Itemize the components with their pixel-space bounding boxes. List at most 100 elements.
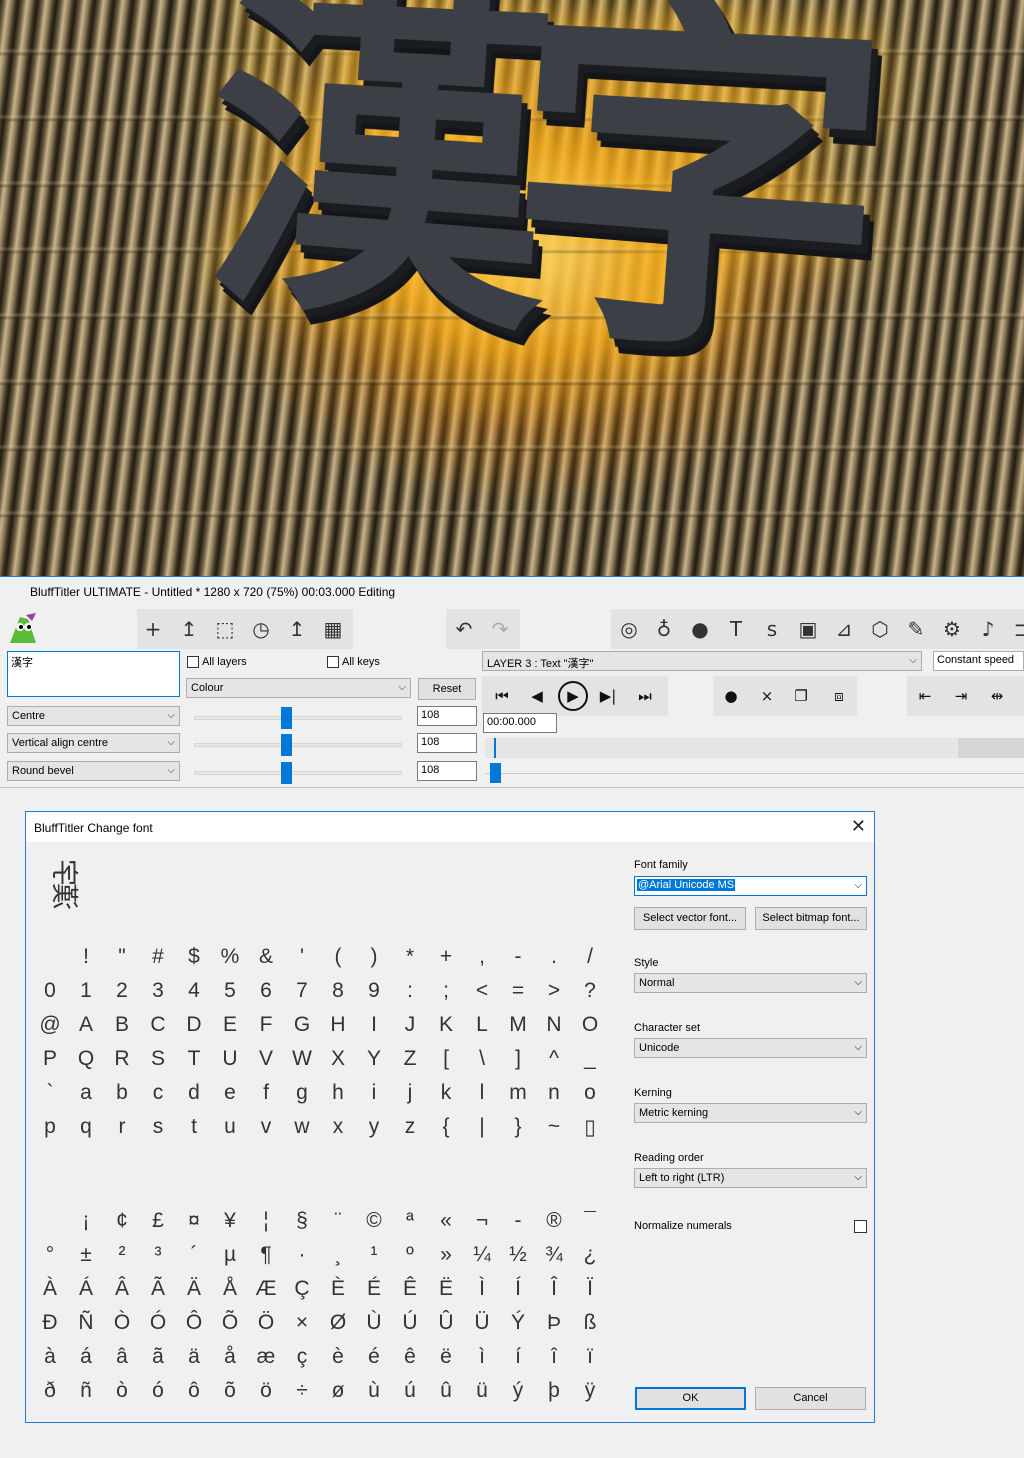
character-cell[interactable]: ÷ <box>284 1379 320 1403</box>
character-cell[interactable]: Õ <box>212 1311 248 1335</box>
character-cell[interactable]: Ó <box>140 1311 176 1335</box>
character-cell[interactable]: Q <box>68 1047 104 1071</box>
character-cell[interactable]: â <box>104 1345 140 1369</box>
copy-key-icon[interactable]: ❐ <box>786 681 816 711</box>
character-cell[interactable]: | <box>464 1115 500 1139</box>
character-cell[interactable]: y <box>356 1115 392 1139</box>
character-cell[interactable]: 8 <box>320 979 356 1003</box>
character-cell[interactable]: ï <box>572 1345 608 1369</box>
cancel-button[interactable]: Cancel <box>755 1387 866 1410</box>
character-cell[interactable]: ó <box>140 1379 176 1403</box>
character-cell[interactable]: Ü <box>464 1311 500 1335</box>
character-cell[interactable]: ¶ <box>248 1243 284 1267</box>
kerning-select[interactable]: Metric kerning ⌵ <box>634 1103 867 1123</box>
character-cell[interactable]: / <box>572 945 608 969</box>
character-cell[interactable]: b <box>104 1081 140 1105</box>
character-cell[interactable]: J <box>392 1013 428 1037</box>
character-cell[interactable]: · <box>284 1243 320 1267</box>
redo-icon[interactable]: ↷ <box>484 609 516 649</box>
all-layers-checkbox[interactable]: All layers <box>187 656 247 668</box>
skip-start-icon[interactable]: ⏮ <box>487 681 517 711</box>
character-cell[interactable]: m <box>500 1081 536 1105</box>
character-cell[interactable]: 2 <box>104 979 140 1003</box>
character-cell[interactable]: å <box>212 1345 248 1369</box>
style-select[interactable]: Normal ⌵ <box>634 973 867 993</box>
character-cell[interactable]: ) <box>356 945 392 969</box>
character-cell[interactable]: Ñ <box>68 1311 104 1335</box>
character-cell[interactable]: 9 <box>356 979 392 1003</box>
character-cell[interactable]: X <box>320 1047 356 1071</box>
character-cell[interactable]: v <box>248 1115 284 1139</box>
character-cell[interactable]: % <box>212 945 248 969</box>
draw-icon[interactable]: ✎ <box>900 609 932 649</box>
character-cell[interactable]: Ý <box>500 1311 536 1335</box>
character-cell[interactable]: = <box>500 979 536 1003</box>
skip-end-icon[interactable]: ⏭ <box>630 681 660 711</box>
character-cell[interactable]: ù <box>356 1379 392 1403</box>
charset-select[interactable]: Unicode ⌵ <box>634 1038 867 1058</box>
character-cell[interactable]: Ô <box>176 1311 212 1335</box>
character-cell[interactable]: L <box>464 1013 500 1037</box>
plasma-icon[interactable]: ● <box>684 609 716 649</box>
character-cell[interactable]: È <box>320 1277 356 1301</box>
slider-thumb-2[interactable] <box>280 734 292 756</box>
character-cell[interactable]: u <box>212 1115 248 1139</box>
character-cell[interactable]: þ <box>536 1379 572 1403</box>
character-cell[interactable]: c <box>140 1081 176 1105</box>
character-cell[interactable]: # <box>140 945 176 969</box>
reset-button[interactable]: Reset <box>418 678 476 700</box>
character-cell[interactable]: S <box>140 1047 176 1071</box>
character-cell[interactable]: } <box>500 1115 536 1139</box>
slider-track-3[interactable] <box>194 771 402 775</box>
more-icon[interactable]: ⊐ <box>1006 609 1024 649</box>
character-cell[interactable]: ´ <box>176 1243 212 1267</box>
character-cell[interactable]: W <box>284 1047 320 1071</box>
character-cell[interactable]: U <box>212 1047 248 1071</box>
character-cell[interactable]: ° <box>32 1243 68 1267</box>
character-cell[interactable]: N <box>536 1013 572 1037</box>
clock-icon[interactable]: ◷ <box>245 609 277 649</box>
character-cell[interactable]: [ <box>428 1047 464 1071</box>
text-icon[interactable]: T <box>720 609 752 649</box>
stretch-icon[interactable]: ⇹ <box>982 681 1012 711</box>
character-cell[interactable]: 1 <box>68 979 104 1003</box>
character-cell[interactable]: ! <box>68 945 104 969</box>
character-cell[interactable]: ¢ <box>104 1209 140 1233</box>
character-cell[interactable]: ? <box>572 979 608 1003</box>
character-cell[interactable]: ú <box>392 1379 428 1403</box>
character-cell[interactable]: h <box>320 1081 356 1105</box>
character-cell[interactable]: ¬ <box>464 1209 500 1233</box>
character-cell[interactable]: ô <box>176 1379 212 1403</box>
record-key-icon[interactable]: ● <box>716 681 746 711</box>
add-layer-icon[interactable]: + <box>137 609 169 649</box>
character-cell[interactable]: ( <box>320 945 356 969</box>
character-cell[interactable]: ç <box>284 1345 320 1369</box>
character-cell[interactable]: T <box>176 1047 212 1071</box>
small-text-icon[interactable]: s <box>756 609 788 649</box>
character-cell[interactable]: ß <box>572 1311 608 1335</box>
character-cell[interactable]: Â <box>104 1277 140 1301</box>
character-cell[interactable]: « <box>428 1209 464 1233</box>
character-cell[interactable]: ÿ <box>572 1379 608 1403</box>
step-back-icon[interactable]: ◀ <box>522 681 552 711</box>
timeline-playhead[interactable] <box>494 738 496 758</box>
time-field[interactable]: 00:00.000 <box>483 713 557 733</box>
character-cell[interactable]: ò <box>104 1379 140 1403</box>
reading-order-select[interactable]: Left to right (LTR) ⌵ <box>634 1168 867 1188</box>
character-cell[interactable]: í <box>500 1345 536 1369</box>
character-cell[interactable]: Y <box>356 1047 392 1071</box>
character-cell[interactable]: - <box>500 945 536 969</box>
character-cell[interactable]: B <box>104 1013 140 1037</box>
value-field-3[interactable]: 108 <box>417 761 477 781</box>
character-cell[interactable]: l <box>464 1081 500 1105</box>
character-cell[interactable]: H <box>320 1013 356 1037</box>
character-cell[interactable]: > <box>536 979 572 1003</box>
character-cell[interactable]: § <box>284 1209 320 1233</box>
character-cell[interactable]: Ò <box>104 1311 140 1335</box>
character-cell[interactable]: Á <box>68 1277 104 1301</box>
character-cell[interactable]: I <box>356 1013 392 1037</box>
character-cell[interactable]: ø <box>320 1379 356 1403</box>
character-cell[interactable]: G <box>284 1013 320 1037</box>
align-select[interactable]: Centre ⌵ <box>7 706 180 726</box>
select-bitmap-font-button[interactable]: Select bitmap font... <box>755 907 867 930</box>
